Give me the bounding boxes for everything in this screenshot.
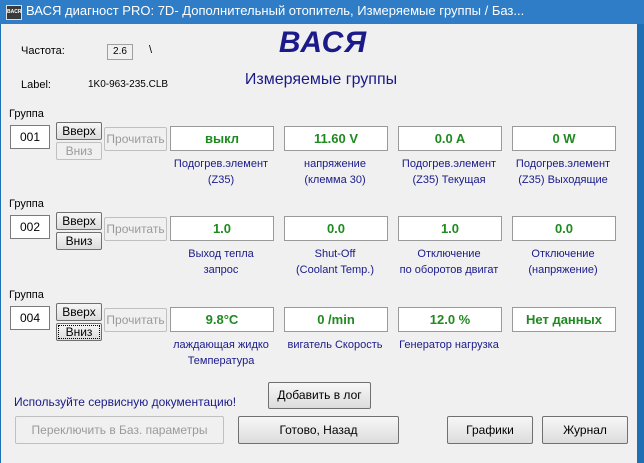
value-caption-3: Подогрев.элемент (Z35) Текущая xyxy=(391,156,507,188)
caption-line-1: Отключение xyxy=(417,248,481,260)
caption-line-2: (напряжение) xyxy=(528,264,598,276)
value-field-1: 1.0 xyxy=(170,216,274,241)
caption-line-1: Выход тепла xyxy=(188,248,254,260)
down-button[interactable]: Вниз xyxy=(56,142,102,160)
value-field-1: 9.8°C xyxy=(170,307,274,332)
value-field-2: 0.0 xyxy=(284,216,388,241)
service-doc-hint: Используйте сервисную документацию! xyxy=(14,395,237,409)
graphs-button[interactable]: Графики xyxy=(447,416,533,444)
value-caption-1: Подогрев.элемент (Z35) xyxy=(163,156,279,188)
group-number-input[interactable]: 001 xyxy=(10,125,50,149)
log-journal-button[interactable]: Журнал xyxy=(542,416,628,444)
caption-line-2: (клемма 30) xyxy=(304,174,366,186)
value-field-4: Нет данных xyxy=(512,307,616,332)
read-button[interactable]: Прочитать xyxy=(104,217,167,241)
caption-line-2: (Coolant Temp.) xyxy=(295,264,375,276)
value-caption-2: Shut-Off (Coolant Temp.) xyxy=(277,246,393,278)
group-label: Группа xyxy=(9,289,44,301)
value-field-3: 1.0 xyxy=(398,216,502,241)
group-number-input[interactable]: 002 xyxy=(10,215,50,239)
main-panel: Частота: 2.6 \ Label: 1K0-963-235.CLB ВА… xyxy=(0,24,637,463)
value-caption-1: лаждающая жидко Температура xyxy=(163,337,279,369)
caption-line-1: Подогрев.элемент xyxy=(173,158,269,170)
caption-line-1: Shut-Off xyxy=(314,248,356,260)
value-caption-4: Отключение (напряжение) xyxy=(505,246,621,278)
up-button[interactable]: Вверх xyxy=(56,212,102,230)
caption-line-2: (Z35) Выходящие xyxy=(518,174,608,186)
caption-line-2: (Z35) Текущая xyxy=(412,174,486,186)
done-back-button[interactable]: Готово, Назад xyxy=(238,416,399,444)
value-caption-4: Подогрев.элемент (Z35) Выходящие xyxy=(505,156,621,188)
group-label: Группа xyxy=(9,108,44,120)
caption-line-1: Подогрев.элемент xyxy=(401,158,497,170)
caption-line-1: Генератор нагрузка xyxy=(399,339,499,351)
switch-basic-params-button[interactable]: Переключить в Баз. параметры xyxy=(15,416,224,444)
group-label: Группа xyxy=(9,198,44,210)
caption-line-2: запрос xyxy=(203,264,239,276)
value-field-1: выкл xyxy=(170,126,274,151)
add-to-log-button[interactable]: Добавить в лог xyxy=(268,382,371,409)
value-field-2: 11.60 V xyxy=(284,126,388,151)
title-bar: BACR ВАСЯ диагност PRO: 7D- Дополнительн… xyxy=(0,0,644,24)
value-caption-2: вигатель Скорость xyxy=(277,337,393,353)
value-caption-3: Отключение по оборотов двигат xyxy=(391,246,507,278)
caption-line-1: Подогрев.элемент xyxy=(515,158,611,170)
value-field-4: 0.0 xyxy=(512,216,616,241)
up-button[interactable]: Вверх xyxy=(56,122,102,140)
value-caption-3: Генератор нагрузка xyxy=(391,337,507,353)
down-button[interactable]: Вниз xyxy=(56,232,102,250)
caption-line-1: напряжение xyxy=(304,158,366,170)
caption-line-1: лаждающая жидко xyxy=(173,339,269,351)
window-title: ВАСЯ диагност PRO: 7D- Дополнительный от… xyxy=(26,3,525,18)
down-button[interactable]: Вниз xyxy=(56,323,102,341)
caption-line-1: Отключение xyxy=(531,248,595,260)
value-caption-2: напряжение (клемма 30) xyxy=(277,156,393,188)
read-button[interactable]: Прочитать xyxy=(104,308,167,332)
value-caption-1: Выход тепла запрос xyxy=(163,246,279,278)
caption-line-2: по оборотов двигат xyxy=(399,264,499,276)
value-field-3: 12.0 % xyxy=(398,307,502,332)
up-button[interactable]: Вверх xyxy=(56,303,102,321)
caption-line-2: (Z35) xyxy=(207,174,235,186)
brand-logo: ВАСЯ xyxy=(278,26,368,59)
group-number-input[interactable]: 004 xyxy=(10,306,50,330)
caption-line-2: Температура xyxy=(187,355,255,367)
value-field-4: 0 W xyxy=(512,126,616,151)
page-title: Измеряемые группы xyxy=(244,71,398,88)
app-icon: BACR xyxy=(6,5,22,20)
value-field-2: 0 /min xyxy=(284,307,388,332)
value-field-3: 0.0 A xyxy=(398,126,502,151)
caption-line-1: вигатель Скорость xyxy=(287,339,383,351)
read-button[interactable]: Прочитать xyxy=(104,127,167,151)
